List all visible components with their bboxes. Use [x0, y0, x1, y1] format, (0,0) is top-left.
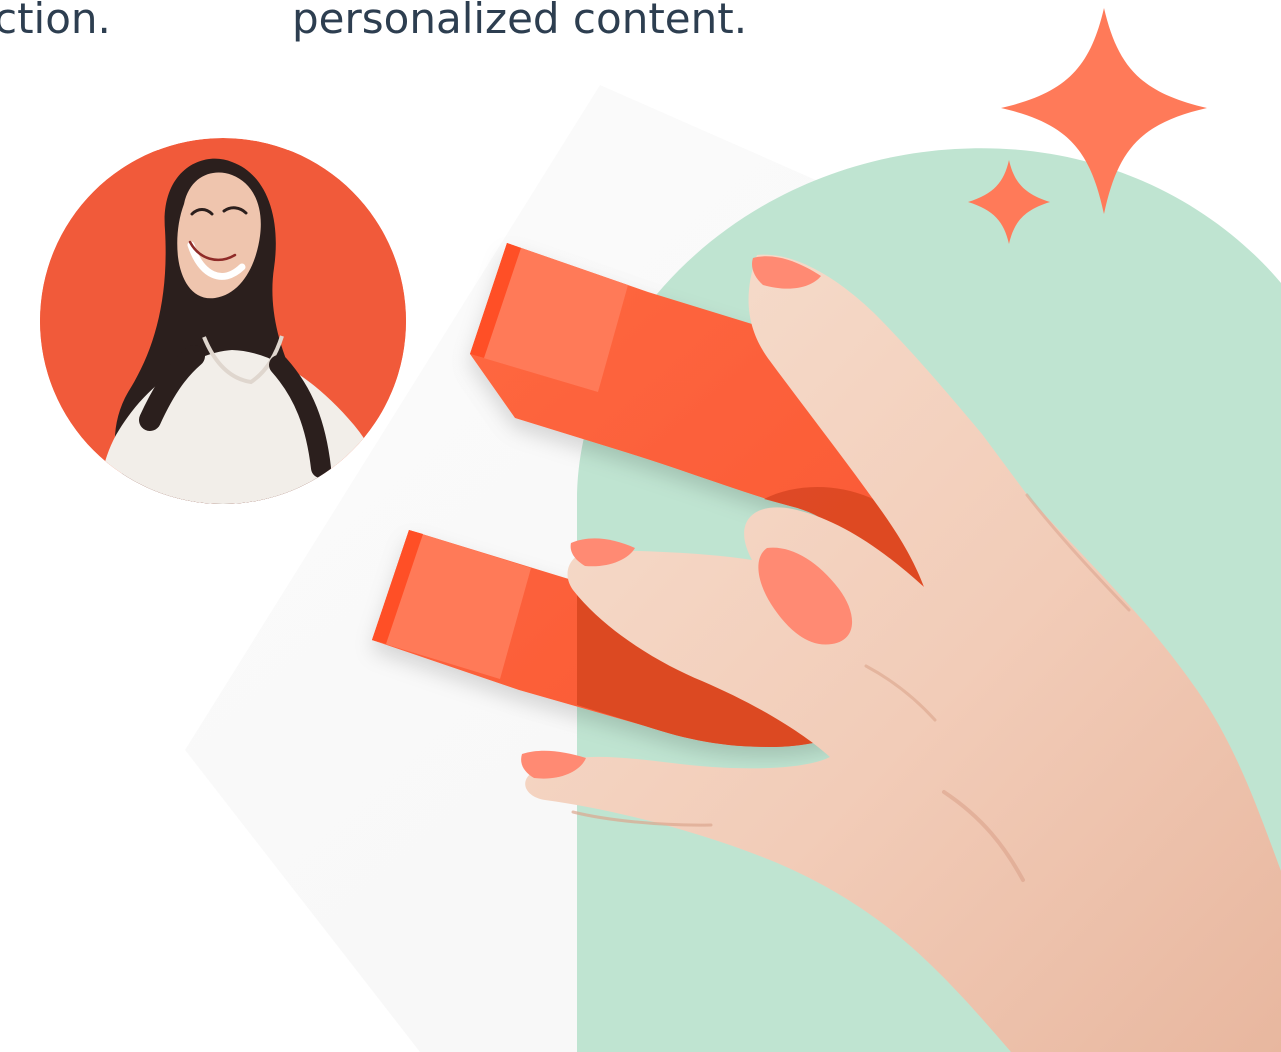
- hero-illustration: [40, 8, 1281, 1052]
- person-avatar: [40, 138, 406, 504]
- page: ction. personalized content.: [0, 0, 1281, 1052]
